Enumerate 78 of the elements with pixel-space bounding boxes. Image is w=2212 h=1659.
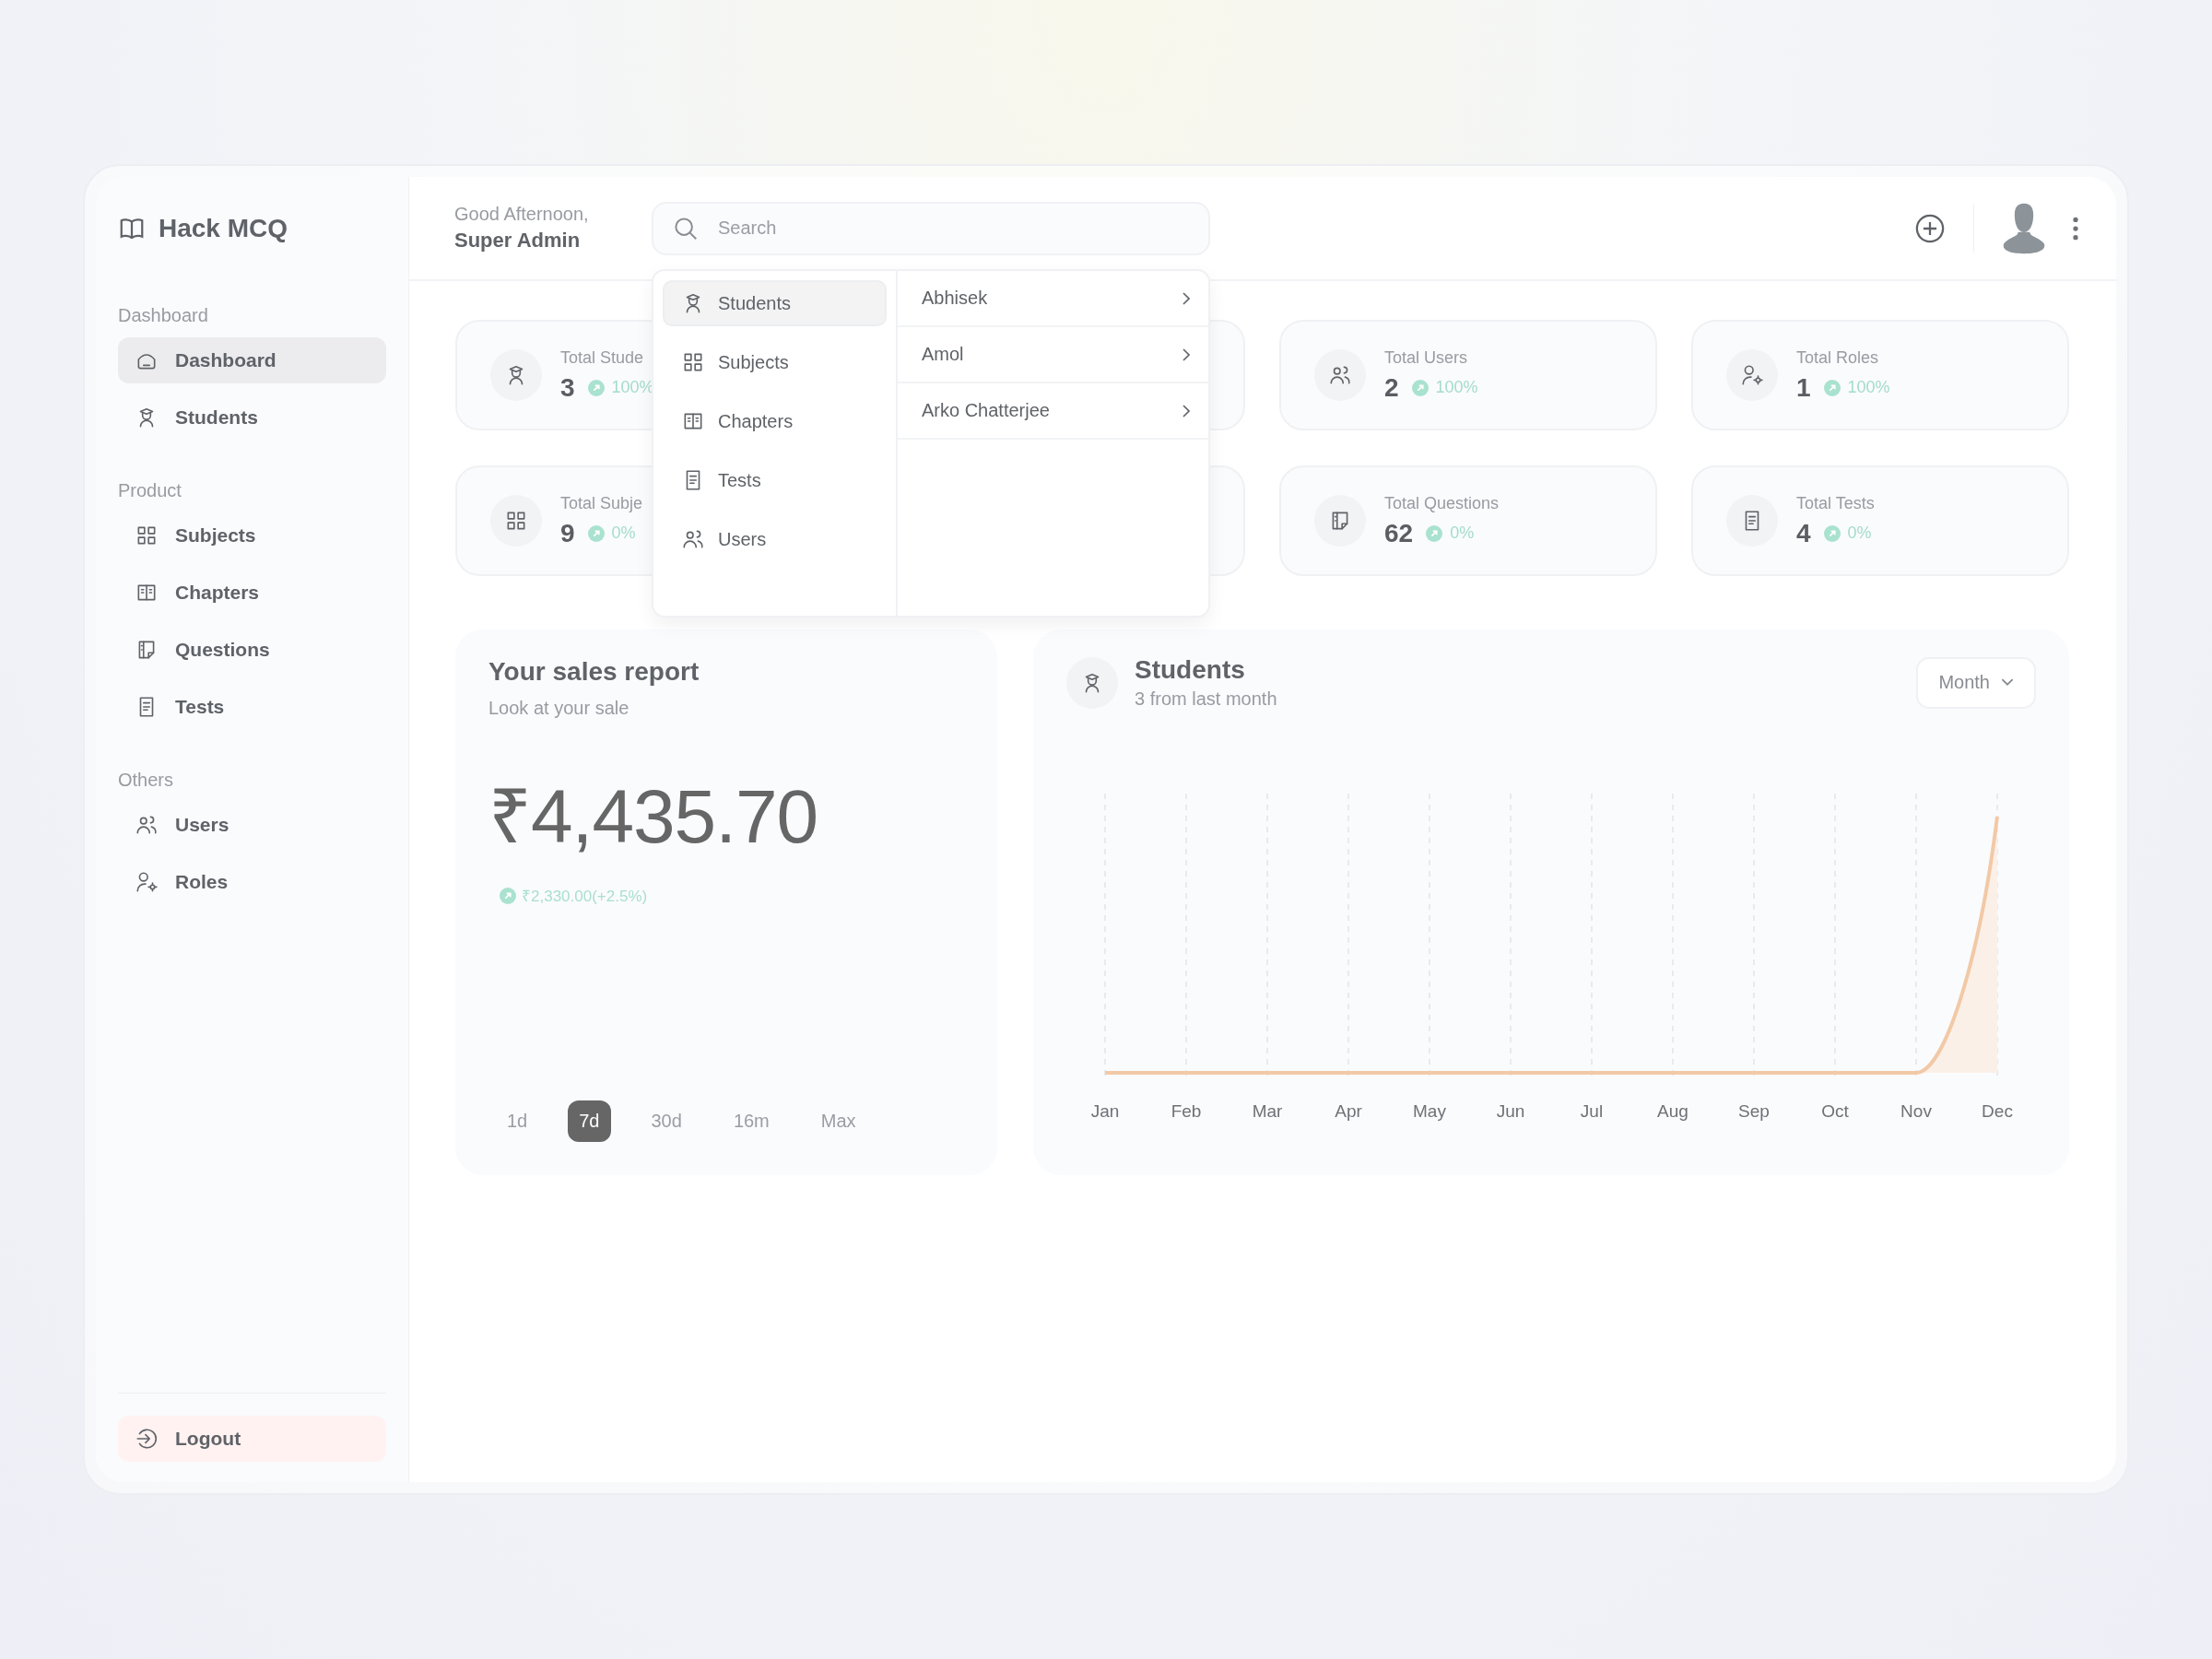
period-tab[interactable]: 7d bbox=[568, 1100, 611, 1142]
card-subtitle: 3 from last month bbox=[1135, 688, 1278, 710]
sales-amount: ₹4,435.70 bbox=[488, 773, 819, 860]
month-label: Jan bbox=[1090, 1101, 1120, 1121]
chevron-right-icon bbox=[1182, 291, 1190, 305]
logout-button[interactable]: Logout bbox=[118, 1416, 386, 1462]
category-item[interactable]: Subjects bbox=[663, 339, 887, 385]
stat-value: 3 bbox=[560, 372, 575, 403]
month-label: Aug bbox=[1657, 1101, 1688, 1121]
greeting-text: Good Afternoon, bbox=[454, 204, 590, 225]
result-item[interactable]: Abhisek bbox=[898, 271, 1208, 327]
stat-title: Total Questions bbox=[1384, 493, 1500, 513]
stat-value: 4 bbox=[1796, 518, 1811, 548]
sidebar-item[interactable]: Subjects bbox=[118, 512, 386, 559]
section-label: Others bbox=[118, 769, 175, 792]
card-title: Your sales report bbox=[488, 657, 700, 687]
stat-value: 9 bbox=[560, 518, 575, 548]
stat-change: 0% bbox=[1450, 524, 1475, 543]
month-label: Nov bbox=[1900, 1101, 1932, 1121]
more-icon[interactable] bbox=[2072, 215, 2079, 241]
sidebar-item[interactable]: Questions bbox=[118, 627, 386, 673]
card-subtitle: Look at your sale bbox=[488, 698, 630, 719]
section-label: Dashboard bbox=[118, 304, 209, 327]
month-label: May bbox=[1413, 1101, 1446, 1121]
stat-change: 100% bbox=[1435, 378, 1478, 397]
trend-up-icon bbox=[1426, 524, 1443, 542]
stat-value: 62 bbox=[1384, 518, 1414, 548]
avatar-icon[interactable] bbox=[2002, 201, 2046, 255]
stat-value: 1 bbox=[1796, 372, 1811, 403]
month-label: Feb bbox=[1171, 1101, 1202, 1121]
month-label: Sep bbox=[1738, 1101, 1770, 1121]
stat-title: Total Stude bbox=[560, 347, 645, 368]
sidebar-item[interactable]: Chapters bbox=[118, 570, 386, 616]
stat-title: Total Roles bbox=[1796, 347, 1880, 368]
user-gear-icon bbox=[135, 870, 159, 894]
stat-title: Total Tests bbox=[1796, 493, 1875, 513]
sidebar-item[interactable]: Students bbox=[118, 394, 386, 441]
add-icon[interactable] bbox=[1914, 212, 1946, 244]
sales-change: ₹2,330.00(+2.5%) bbox=[522, 887, 648, 906]
sidebar-item[interactable]: Users bbox=[118, 802, 386, 848]
period-dropdown[interactable]: Month bbox=[1916, 656, 2036, 709]
chevron-right-icon bbox=[1182, 404, 1190, 418]
stat-change: 0% bbox=[611, 524, 636, 543]
category-item[interactable]: Students bbox=[663, 280, 887, 326]
search-field[interactable]: Search bbox=[652, 201, 1210, 255]
category-item[interactable]: Users bbox=[663, 516, 887, 562]
month-label: Jun bbox=[1496, 1101, 1525, 1121]
month-label: Apr bbox=[1335, 1101, 1362, 1121]
month-label: Oct bbox=[1821, 1101, 1849, 1121]
stat-change: 0% bbox=[1847, 524, 1872, 543]
chevron-down-icon bbox=[2001, 678, 2014, 687]
card-title: Students bbox=[1135, 655, 1246, 685]
sidebar-item[interactable]: Tests bbox=[118, 684, 386, 730]
category-item[interactable]: Tests bbox=[663, 457, 887, 503]
stat-title: Total Subje bbox=[560, 493, 643, 513]
user-name: Super Admin bbox=[454, 229, 582, 253]
trend-up-icon bbox=[1823, 524, 1841, 542]
chevron-right-icon bbox=[1182, 347, 1190, 361]
category-item[interactable]: Chapters bbox=[663, 398, 887, 444]
result-item[interactable]: Arko Chatterjee bbox=[898, 383, 1208, 440]
app-logo: Hack MCQ bbox=[159, 214, 288, 243]
logout-icon bbox=[135, 1427, 159, 1451]
stat-value: 2 bbox=[1384, 372, 1399, 403]
trend-up-icon bbox=[1411, 379, 1429, 396]
trend-up-icon bbox=[1823, 379, 1841, 396]
stat-change: 100% bbox=[1847, 378, 1890, 397]
trend-up-icon bbox=[587, 524, 605, 542]
trend-up-icon bbox=[587, 379, 605, 396]
user-gear-icon bbox=[1740, 363, 1764, 387]
month-label: Jul bbox=[1580, 1101, 1604, 1121]
result-item[interactable]: Amol bbox=[898, 327, 1208, 383]
stat-title: Total Users bbox=[1384, 347, 1469, 368]
trend-up-icon bbox=[500, 887, 516, 904]
sidebar-item[interactable]: Roles bbox=[118, 859, 386, 905]
section-label: Product bbox=[118, 479, 182, 502]
month-label: Dec bbox=[1982, 1101, 2013, 1121]
sidebar-item[interactable]: Dashboard bbox=[118, 337, 386, 383]
month-label: Mar bbox=[1252, 1101, 1283, 1121]
